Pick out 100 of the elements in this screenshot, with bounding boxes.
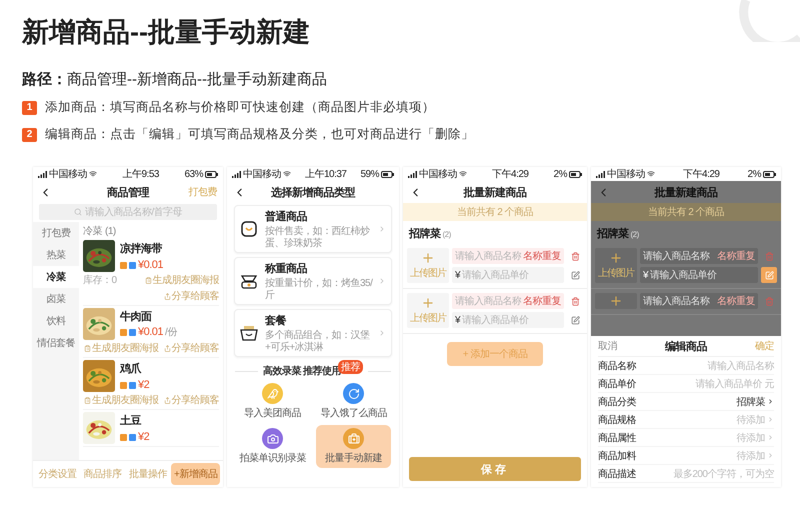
field-label: 商品描述 — [598, 468, 636, 480]
poster-link[interactable]: 生成朋友圈海报 — [144, 273, 219, 287]
delete-icon[interactable] — [570, 296, 580, 306]
category-tab[interactable]: 冷菜 — [33, 266, 79, 288]
wifi-icon — [89, 170, 97, 178]
section-title: 冷菜 — [83, 224, 102, 238]
field-value: 待添加 — [736, 432, 765, 444]
page-title: 新增商品--批量手动新建 — [22, 16, 310, 49]
clock-time: 上午10:37 — [304, 168, 346, 181]
form-row[interactable]: 商品单价 请输入商品单价 元 — [598, 375, 774, 393]
refresh-icon — [348, 388, 360, 400]
edit-icon — [570, 270, 580, 280]
category-tab[interactable]: 打包费 — [33, 222, 79, 244]
import-option[interactable]: 批量手动新建 — [316, 425, 391, 468]
chevron-icon — [378, 277, 386, 285]
bottom-action-button[interactable]: 商品排序 — [80, 463, 125, 485]
basket-icon — [240, 325, 258, 341]
confirm-button[interactable]: 确定 — [755, 339, 774, 353]
step-text: 添加商品：填写商品名称与价格即可快速创建（商品图片非必填项） — [45, 99, 435, 116]
carrier-name: 中国移动 — [243, 168, 281, 181]
step-number: 1 — [22, 100, 37, 114]
category-tab[interactable]: 热菜 — [33, 244, 79, 266]
edit-button[interactable] — [761, 267, 777, 283]
cancel-button[interactable]: 取消 — [598, 339, 617, 353]
duplicate-warning: 名称重复 — [717, 250, 755, 263]
product-price: ¥2 — [138, 379, 150, 391]
poster-link[interactable]: 生成朋友圈海报 — [84, 341, 158, 355]
product-type-card[interactable]: 套餐 多个商品组合，如：汉堡+可乐+冰淇淋 — [234, 309, 392, 357]
currency-sign: ¥ — [643, 270, 648, 280]
field-value: 请输入商品单价 元 — [696, 378, 774, 390]
product-price: ¥0.01 — [138, 326, 164, 338]
product-count-banner: 当前共有 2 个商品 — [403, 203, 587, 221]
category-tab[interactable]: 饮料 — [33, 310, 79, 332]
camera-icon — [266, 432, 278, 444]
field-value: 请输入商品名称 — [708, 360, 774, 372]
step-text: 编辑商品：点击「编辑」可填写商品规格及分类，也可对商品进行「删除」 — [45, 126, 474, 143]
field-label: 商品规格 — [598, 414, 636, 426]
product-count-banner: 当前共有 2 个商品 — [591, 203, 781, 221]
screen-title: 商品管理 — [107, 186, 149, 200]
product-name: 牛肉面 — [120, 310, 153, 324]
clipboard-icon — [84, 344, 91, 352]
wifi-icon — [647, 170, 655, 178]
edit-icon — [764, 270, 774, 280]
field-value: 最多200个字符，可为空 — [673, 468, 774, 480]
share-icon — [164, 344, 170, 352]
field-value: 招牌菜 — [736, 396, 765, 408]
category-tab[interactable]: 卤菜 — [33, 288, 79, 310]
clipboard-icon — [84, 396, 91, 404]
carrier-name: 中国移动 — [607, 168, 645, 181]
type-description: 按重量计价，如：烤鱼35/斤 — [265, 278, 373, 301]
bottom-action-button[interactable]: +新增商品 — [171, 463, 220, 485]
battery-percent: 2% — [748, 168, 761, 180]
signal-icon — [596, 170, 605, 178]
category-tab[interactable]: 情侣套餐 — [33, 332, 79, 354]
search-icon — [74, 208, 82, 216]
product-type-card[interactable]: 称重商品 按重量计价，如：烤鱼35/斤 — [234, 257, 392, 305]
share-link[interactable]: 分享给顾客 — [164, 393, 219, 407]
signal-icon — [232, 170, 241, 178]
chevron-icon — [378, 225, 386, 233]
type-description: 按件售卖，如：西红柿炒蛋、珍珠奶茶 — [265, 226, 371, 249]
bottom-action-button[interactable]: 批量操作 — [126, 463, 170, 485]
import-option[interactable]: 导入美团商品 — [235, 380, 310, 423]
clipboard-icon — [144, 276, 152, 284]
price-unit: /份 — [165, 326, 177, 339]
wifi-icon — [459, 170, 467, 178]
step-number: 2 — [22, 128, 37, 142]
upload-image-button[interactable]: 上传图片 — [595, 248, 637, 283]
import-option[interactable]: 拍菜单识别录菜 — [235, 425, 310, 468]
clock-time: 上午9:53 — [122, 168, 159, 181]
form-row[interactable]: 商品规格 待添加 — [598, 411, 774, 429]
form-row[interactable]: 商品属性 待添加 — [598, 429, 774, 447]
product-price: ¥0.01 — [138, 259, 164, 271]
plus-icon — [421, 296, 435, 310]
battery-percent: 2% — [554, 168, 567, 180]
form-row[interactable]: 商品名称 请输入商品名称 — [598, 357, 774, 375]
duplicate-warning: 名称重复 — [523, 250, 561, 263]
scale-icon — [240, 273, 258, 289]
product-name: 凉拌海带 — [120, 242, 164, 256]
import-option[interactable]: 导入饿了么商品 — [316, 380, 391, 423]
form-row[interactable]: 商品加料 待添加 — [598, 447, 774, 465]
save-button[interactable]: 保存 — [409, 457, 581, 481]
product-type-card[interactable]: 普通商品 按件售卖，如：西红柿炒蛋、珍珠奶茶 — [234, 205, 392, 253]
clock-time: 下午4:29 — [492, 168, 528, 181]
upload-image-button[interactable] — [595, 293, 637, 309]
share-link[interactable]: 分享给顾客 — [164, 341, 219, 355]
bottom-action-button[interactable]: 分类设置 — [36, 463, 80, 485]
share-link[interactable]: 分享给顾客 — [164, 289, 219, 303]
form-row[interactable]: 商品分类 招牌菜 — [598, 393, 774, 411]
form-row[interactable]: 商品描述 最多200个字符，可为空 — [598, 465, 774, 483]
type-description: 多个商品组合，如：汉堡+可乐+冰淇淋 — [265, 330, 370, 353]
delete-icon[interactable] — [570, 252, 580, 260]
bird-icon — [266, 388, 278, 400]
share-icon — [164, 292, 170, 300]
field-label: 商品属性 — [598, 432, 636, 444]
field-label: 商品名称 — [598, 360, 636, 372]
plus-icon — [609, 251, 623, 265]
poster-link[interactable]: 生成朋友圈海报 — [84, 393, 158, 407]
section-count: (1) — [105, 226, 116, 237]
packing-fee-button[interactable]: 打包费 — [188, 185, 217, 199]
group-count: (2) — [442, 230, 451, 239]
